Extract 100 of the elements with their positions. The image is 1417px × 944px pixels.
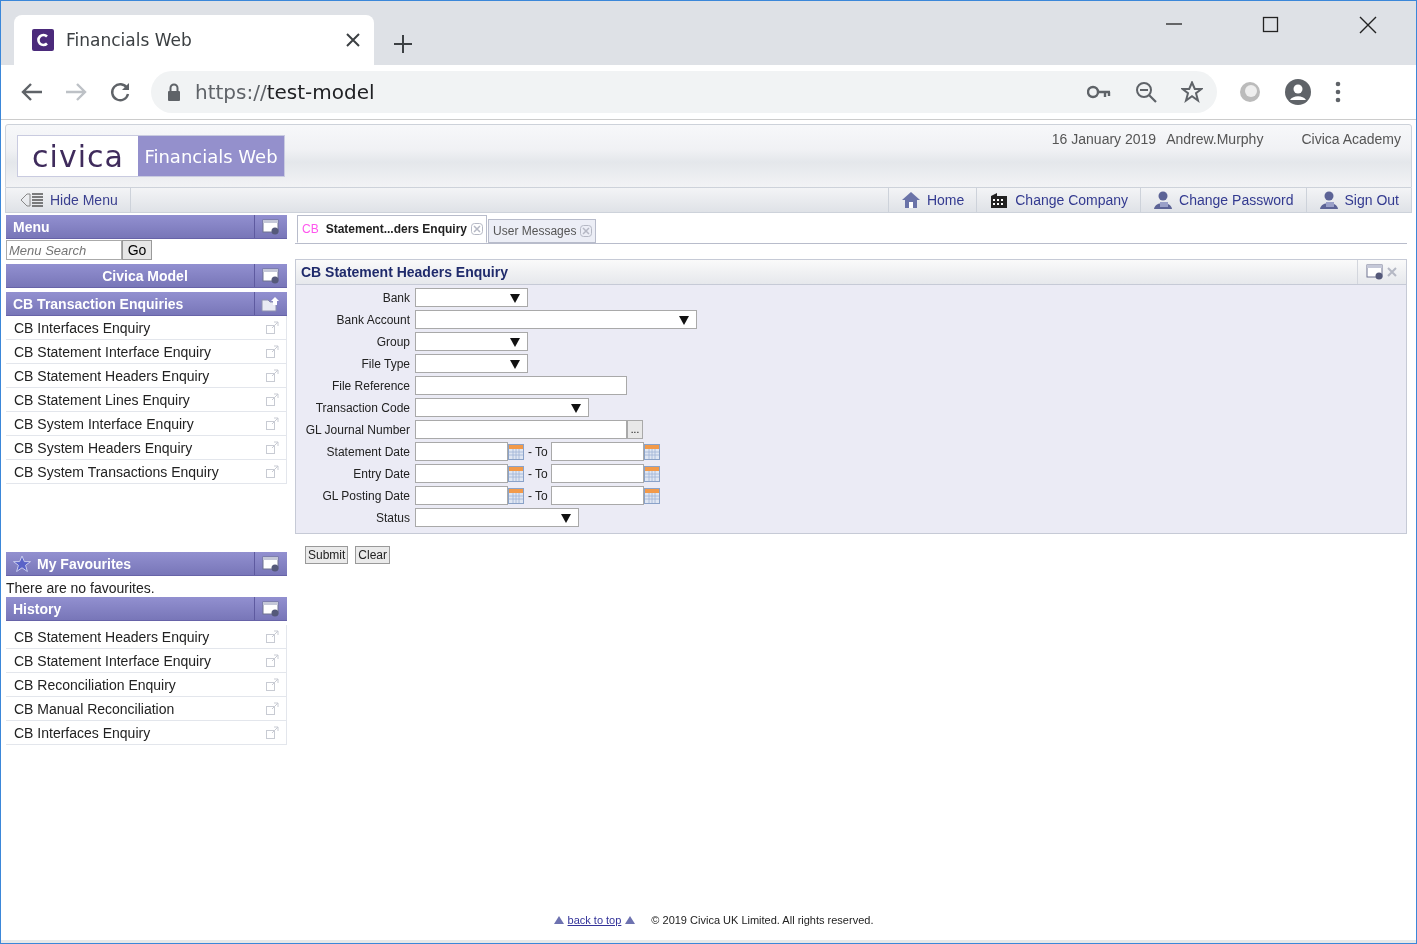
dropdown-arrow-icon [510, 358, 520, 369]
external-link-icon [266, 726, 279, 739]
tab[interactable]: CB Statement...ders Enquiry [297, 215, 488, 243]
menu-item[interactable]: CB System Transactions Enquiry [6, 460, 287, 484]
range-separator: - To [528, 466, 548, 481]
toolbar-link[interactable]: Change Password [1140, 188, 1306, 212]
input-field[interactable] [415, 420, 627, 439]
reload-icon[interactable] [109, 81, 131, 103]
window-icon [262, 555, 280, 572]
plus-icon[interactable] [394, 35, 412, 53]
external-link-icon [266, 369, 279, 382]
dropdown-field[interactable] [415, 310, 697, 329]
calendar-icon[interactable] [508, 443, 524, 460]
dropdown-arrow-icon [571, 402, 581, 413]
folder-icon [261, 295, 281, 312]
close-icon[interactable] [346, 33, 360, 47]
menu-item[interactable]: CB Interfaces Enquiry [6, 721, 287, 745]
external-link-icon [266, 465, 279, 478]
external-link-icon [266, 417, 279, 430]
toolbar-link[interactable]: Change Company [976, 188, 1141, 212]
menu-item[interactable]: CB Statement Lines Enquiry [6, 388, 287, 412]
dropdown-field[interactable] [415, 332, 528, 351]
product-name: Financials Web [138, 136, 284, 176]
account-icon[interactable] [1285, 79, 1311, 105]
menu-item[interactable]: CB Statement Headers Enquiry [6, 364, 287, 388]
external-link-icon [266, 393, 279, 406]
menu-item[interactable]: CB System Interface Enquiry [6, 412, 287, 436]
menu-item[interactable]: CB Reconciliation Enquiry [6, 673, 287, 697]
field-label: Transaction Code [314, 400, 410, 415]
star-icon[interactable] [1181, 81, 1203, 103]
external-link-icon [266, 654, 279, 667]
date-field[interactable] [550, 464, 644, 483]
date-field[interactable] [415, 442, 508, 461]
browser-tab[interactable]: Financials Web [14, 15, 374, 65]
calendar-icon[interactable] [508, 487, 524, 504]
back-to-top-link[interactable]: back to top [565, 914, 624, 926]
home-icon [900, 190, 921, 210]
form-button[interactable]: Clear [355, 546, 391, 564]
civica-logo: civica [18, 136, 138, 176]
person-icon [1318, 190, 1339, 210]
menu-item[interactable]: CB System Headers Enquiry [6, 436, 287, 460]
menu-item[interactable]: CB Statement Interface Enquiry [6, 340, 287, 364]
key-icon[interactable] [1087, 85, 1111, 99]
url-text: https://test-model [195, 80, 376, 104]
menu-item[interactable]: CB Manual Reconciliation [6, 697, 287, 721]
field-label: Entry Date [352, 466, 410, 481]
window-icon [262, 218, 280, 235]
calendar-icon[interactable] [643, 487, 660, 504]
address-bar[interactable]: https://test-model [151, 71, 1217, 113]
dropdown-field[interactable] [415, 398, 589, 417]
panel-title: Civica Model [101, 267, 189, 284]
dropdown-arrow-icon [510, 292, 520, 303]
panel-title: Menu [12, 218, 51, 235]
back-icon[interactable] [21, 82, 43, 102]
extension-icon[interactable] [1239, 81, 1261, 103]
external-link-icon [266, 441, 279, 454]
tab[interactable]: User Messages [488, 219, 597, 243]
calendar-icon[interactable] [643, 443, 660, 460]
up-arrow-icon [625, 916, 636, 924]
dropdown-field[interactable] [415, 354, 528, 373]
dropdown-arrow-icon [679, 314, 689, 325]
calendar-icon[interactable] [508, 465, 524, 482]
date-field[interactable] [550, 486, 644, 505]
field-label: Bank [381, 290, 410, 305]
field-label: GL Posting Date [321, 488, 410, 503]
form-button[interactable]: Submit [305, 546, 349, 564]
forward-icon[interactable] [65, 82, 87, 102]
external-link-icon [266, 678, 279, 691]
menu-item[interactable]: CB Statement Interface Enquiry [6, 649, 287, 673]
copyright-text: © 2019 Civica UK Limited. All rights reserved. [651, 914, 874, 926]
date-field[interactable] [415, 464, 508, 483]
hide-menu-button[interactable]: Hide Menu [6, 188, 131, 212]
collapse-menu-icon [20, 193, 44, 207]
window-icon [1366, 264, 1384, 280]
toolbar-link[interactable]: Home [887, 188, 977, 212]
range-separator: - To [528, 444, 548, 459]
app-favicon [32, 29, 54, 51]
toolbar-link[interactable]: Sign Out [1305, 188, 1411, 212]
menu-item[interactable]: CB Statement Headers Enquiry [6, 625, 287, 649]
dropdown-arrow-icon [510, 336, 520, 347]
date-text: 16 January 2019 [1051, 131, 1157, 149]
up-arrow-icon [553, 916, 564, 924]
menu-item[interactable]: CB Interfaces Enquiry [6, 316, 287, 340]
date-field[interactable] [550, 442, 644, 461]
field-label: Statement Date [325, 444, 410, 459]
lock-icon [167, 83, 181, 101]
input-field[interactable] [415, 376, 627, 395]
window-icon [262, 600, 280, 617]
calendar-icon[interactable] [643, 465, 660, 482]
field-label: File Reference [330, 378, 410, 393]
person-icon [1153, 190, 1174, 210]
dropdown-field[interactable] [415, 288, 528, 307]
go-button[interactable]: Go [122, 240, 152, 260]
date-field[interactable] [415, 486, 508, 505]
zoom-out-icon[interactable] [1135, 81, 1157, 103]
more-icon[interactable] [1335, 81, 1341, 103]
dropdown-field[interactable] [415, 508, 579, 527]
panel-title: CB Transaction Enquiries [12, 295, 185, 312]
lookup-button[interactable]: ... [627, 420, 643, 439]
menu-search-field[interactable]: Menu Search [6, 240, 122, 260]
